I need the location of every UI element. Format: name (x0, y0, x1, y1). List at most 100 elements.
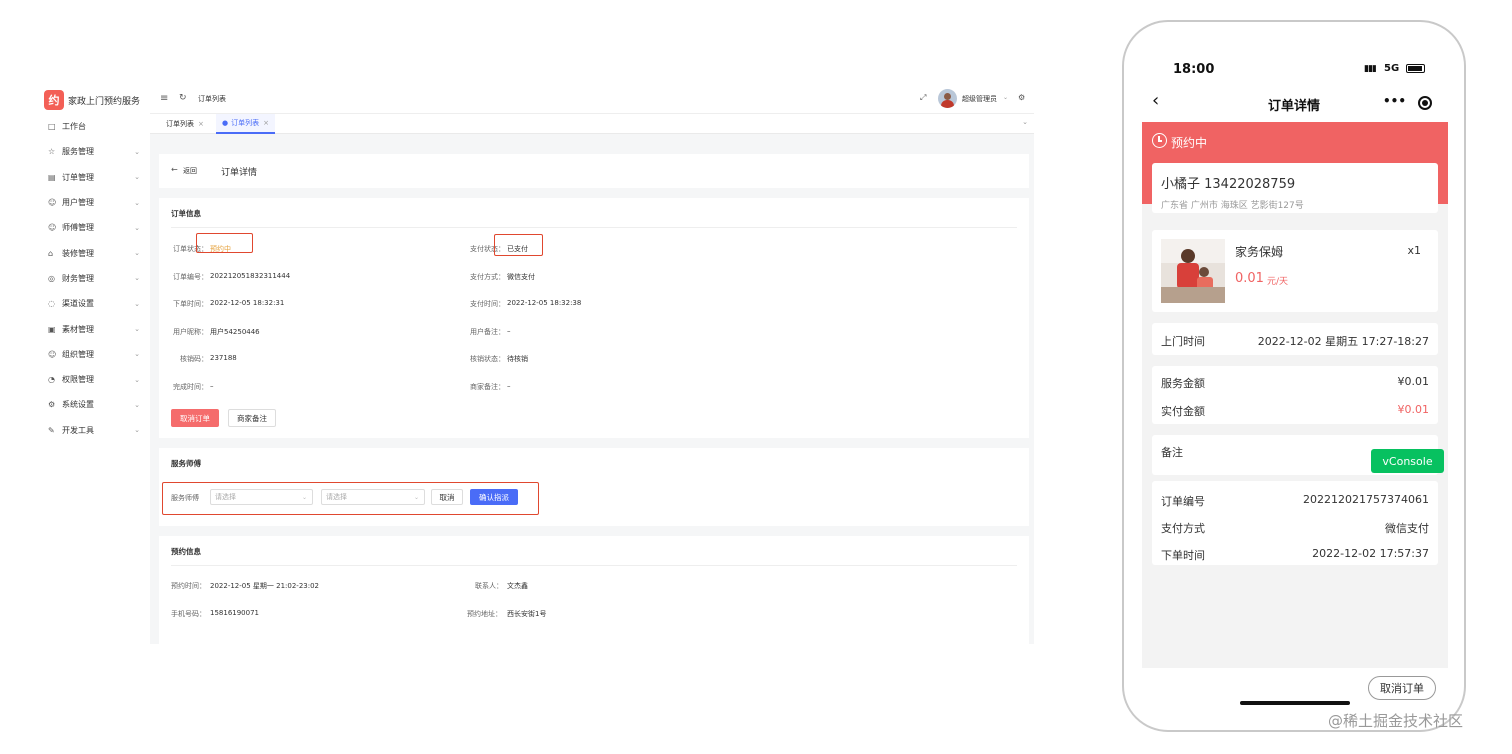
chevron-down-icon: ⌄ (134, 249, 140, 258)
sidebar-item-icon: ◎ (48, 273, 55, 283)
breadcrumb[interactable]: 订单列表 (198, 94, 226, 104)
order-info-label: 核销状态： (470, 355, 505, 363)
sidebar-item-icon: ☺ (48, 198, 57, 208)
order-info-label: 完成时间： (173, 383, 208, 391)
avatar[interactable] (938, 89, 957, 108)
status-text: 预约中 (1171, 136, 1208, 150)
sidebar-item[interactable]: ▣ 素材管理 ⌄ (38, 316, 150, 341)
nav-title: 订单详情 (1267, 99, 1320, 114)
confirm-assign-button[interactable]: 确认指派 (470, 489, 518, 505)
amount-card: 服务金额 ¥0.01 实付金额 ¥0.01 (1152, 366, 1438, 424)
sidebar-item-label: 用户管理 (62, 198, 94, 208)
address-label: 预约地址： (467, 610, 502, 618)
order-info-label: 核销码： (180, 355, 208, 363)
sidebar-menu: □ 工作台 ☆ 服务管理 ⌄ ▤ 订单管理 ⌄ ☺ 用户管理 ⌄ ☺ 师傅管理 ⌄ ⌂ 装修管理 ⌄ ◎ 财务管理 ⌄… (38, 114, 150, 443)
sidebar-item[interactable]: ✎ 开发工具 ⌄ (38, 418, 150, 443)
chevron-down-icon: ⌄ (134, 350, 140, 359)
order-info-label: 支付方式： (470, 273, 505, 281)
sidebar-item[interactable]: □ 工作台 (38, 114, 150, 139)
order-info-label: 商家备注： (470, 383, 505, 391)
sidebar-item-icon: ✎ (48, 425, 55, 435)
order-info-label: 支付时间： (470, 300, 505, 308)
order-info-value: 用户54250446 (210, 328, 260, 336)
order-info-value: 2022-12-05 18:32:31 (210, 299, 285, 307)
tab-order-list-active[interactable]: ● 订单列表 × (216, 114, 275, 134)
product-name: 家务保姆 (1235, 245, 1284, 259)
service-amount-label: 服务金额 (1161, 377, 1205, 390)
status-time: 18:00 (1173, 62, 1215, 77)
order-time-value: 2022-12-02 17:57:37 (1312, 547, 1429, 560)
sidebar-item-label: 装修管理 (62, 248, 94, 258)
chevron-down-icon: ⌄ (301, 493, 307, 501)
user-name[interactable]: 超级管理员 (962, 94, 997, 104)
close-icon[interactable]: × (198, 120, 204, 128)
visit-time-value: 2022-12-02 星期五 17:27-18:27 (1257, 335, 1429, 348)
vconsole-button[interactable]: vConsole (1371, 449, 1444, 473)
tab-order-list[interactable]: 订单列表 × (160, 114, 210, 134)
sidebar-item[interactable]: ⌂ 装修管理 ⌄ (38, 240, 150, 265)
sidebar-item-icon: □ (48, 122, 56, 132)
paid-amount-value: ¥0.01 (1397, 403, 1430, 416)
sidebar-item-icon: ◌ (48, 299, 55, 309)
chevron-down-icon: ⌄ (134, 325, 140, 334)
sidebar-item[interactable]: ◎ 财务管理 ⌄ (38, 266, 150, 291)
chevron-down-icon[interactable]: ⌄ (1022, 118, 1028, 126)
order-info-value: 微信支付 (507, 273, 535, 281)
order-info-value: 237188 (210, 354, 237, 362)
sidebar-item[interactable]: ◌ 渠道设置 ⌄ (38, 291, 150, 316)
sidebar-item[interactable]: ⚙ 系统设置 ⌄ (38, 392, 150, 417)
back-button[interactable]: 返回 (183, 166, 197, 176)
order-info-label: 用户昵称： (173, 328, 208, 336)
sidebar-item-label: 权限管理 (62, 375, 94, 385)
sidebar-item-icon: ☆ (48, 147, 56, 157)
sidebar-item-icon: ▤ (48, 172, 56, 182)
remark-label: 备注 (1161, 446, 1183, 459)
service-amount-value: ¥0.01 (1397, 375, 1430, 388)
cancel-order-button[interactable]: 取消订单 (1368, 676, 1436, 700)
sidebar-item[interactable]: ▤ 订单管理 ⌄ (38, 165, 150, 190)
page-title: 订单详情 (221, 168, 258, 178)
sidebar-item-label: 财务管理 (62, 273, 94, 283)
record-icon[interactable] (1418, 96, 1432, 110)
chevron-down-icon: ⌄ (134, 223, 140, 232)
sidebar-item[interactable]: ☺ 用户管理 ⌄ (38, 190, 150, 215)
master-select-2[interactable]: 请选择 ⌄ (321, 489, 425, 505)
fullscreen-icon[interactable]: ⤢ (920, 93, 926, 103)
highlight-box-pay-status (494, 234, 543, 256)
service-master-card: 服务师傅 服务师傅 请选择 ⌄ 请选择 ⌄ 取消 确认指派 (159, 448, 1029, 526)
sidebar-item-label: 开发工具 (62, 425, 94, 435)
pay-method-label: 支付方式 (1161, 522, 1205, 535)
sidebar-item[interactable]: ☆ 服务管理 ⌄ (38, 139, 150, 164)
chevron-down-icon[interactable]: ⌄ (1003, 94, 1008, 101)
chevron-down-icon: ⌄ (134, 173, 140, 182)
sidebar-item[interactable]: ☺ 师傅管理 ⌄ (38, 215, 150, 240)
brand: 约 家政上门预约服务 (44, 90, 140, 110)
close-icon[interactable]: × (263, 119, 269, 127)
cancel-order-button[interactable]: 取消订单 (171, 409, 219, 427)
menu-toggle-icon[interactable]: ≡ (160, 93, 168, 104)
chevron-down-icon: ⌄ (134, 299, 140, 308)
booking-info-card: 预约信息 预约时间： 2022-12-05 星期一 21:02-23:02 联系… (159, 536, 1029, 644)
refresh-icon[interactable]: ↻ (179, 93, 187, 103)
contact-label: 联系人： (475, 582, 503, 590)
gear-icon[interactable]: ⚙ (1018, 93, 1025, 102)
back-arrow-icon[interactable]: ← (171, 165, 178, 174)
sidebar-item[interactable]: ◔ 权限管理 ⌄ (38, 367, 150, 392)
sidebar-item-label: 服务管理 (62, 147, 94, 157)
sidebar-item-label: 渠道设置 (62, 299, 94, 309)
divider (171, 227, 1017, 228)
master-select-1[interactable]: 请选择 ⌄ (210, 489, 313, 505)
chevron-down-icon: ⌄ (134, 274, 140, 283)
merchant-remark-button[interactable]: 商家备注 (228, 409, 276, 427)
visit-time-card: 上门时间 2022-12-02 星期五 17:27-18:27 (1152, 323, 1438, 355)
customer-address: 广东省 广州市 海珠区 艺影街127号 (1161, 201, 1304, 211)
phone-label: 手机号码： (171, 610, 206, 618)
cancel-button[interactable]: 取消 (431, 489, 463, 505)
more-icon[interactable]: ••• (1383, 94, 1406, 108)
section-title: 服务师傅 (171, 459, 201, 468)
sidebar-item[interactable]: ☺ 组织管理 ⌄ (38, 342, 150, 367)
order-info-label: 用户备注： (470, 328, 505, 336)
phone-screen: 预约中 小橘子 13422028759 广东省 广州市 海珠区 艺影街127号 … (1142, 122, 1448, 668)
highlight-box-order-status (196, 233, 253, 253)
booking-time-value: 2022-12-05 星期一 21:02-23:02 (210, 582, 320, 590)
